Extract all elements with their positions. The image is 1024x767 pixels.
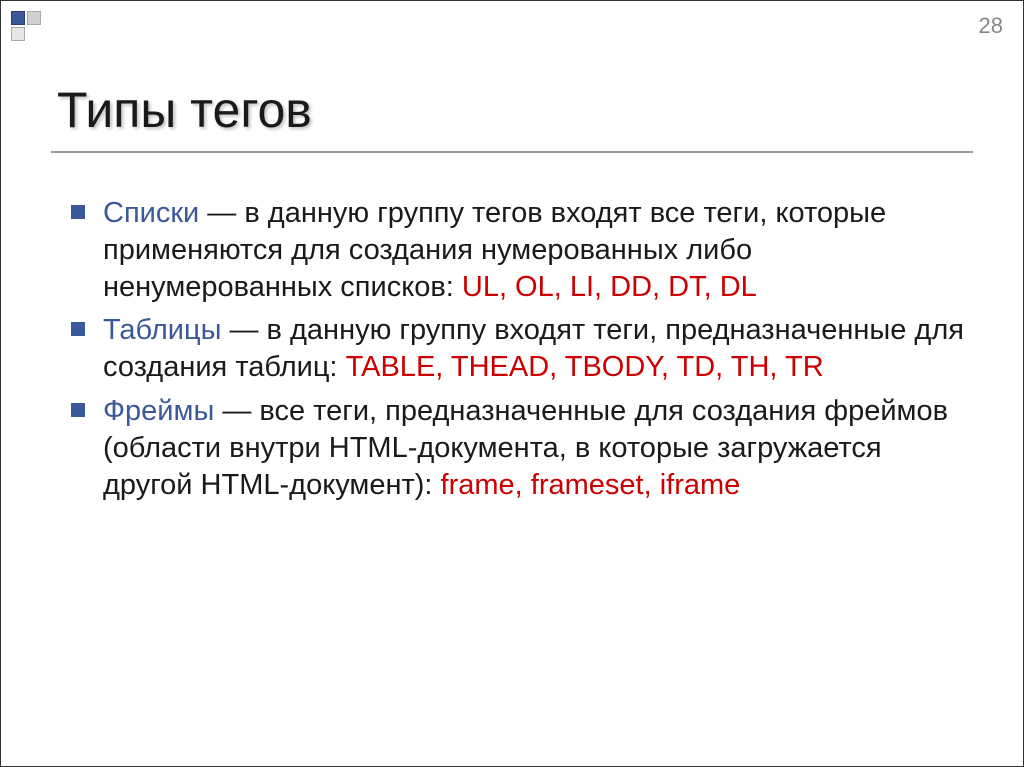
term: Списки (103, 197, 199, 229)
slide-title: Типы тегов (51, 81, 973, 139)
tag-list: UL, OL, LI, DD, DT, DL (462, 271, 757, 303)
list-item: Таблицы — в данную группу входят теги, п… (71, 312, 973, 386)
list-item: Списки — в данную группу тегов входят вс… (71, 195, 973, 306)
page-number: 28 (979, 13, 1003, 39)
corner-decoration (11, 11, 41, 41)
term: Фреймы (103, 395, 214, 427)
term: Таблицы (103, 314, 221, 346)
tag-list: frame, frameset, iframe (441, 469, 741, 501)
bullet-list: Списки — в данную группу тегов входят вс… (51, 195, 973, 504)
list-item: Фреймы — все теги, предназначенные для с… (71, 393, 973, 504)
tag-list: TABLE, THEAD, TBODY, TD, TH, TR (346, 351, 824, 383)
title-underline (51, 151, 973, 153)
slide-content: Типы тегов Списки — в данную группу тего… (1, 1, 1023, 540)
